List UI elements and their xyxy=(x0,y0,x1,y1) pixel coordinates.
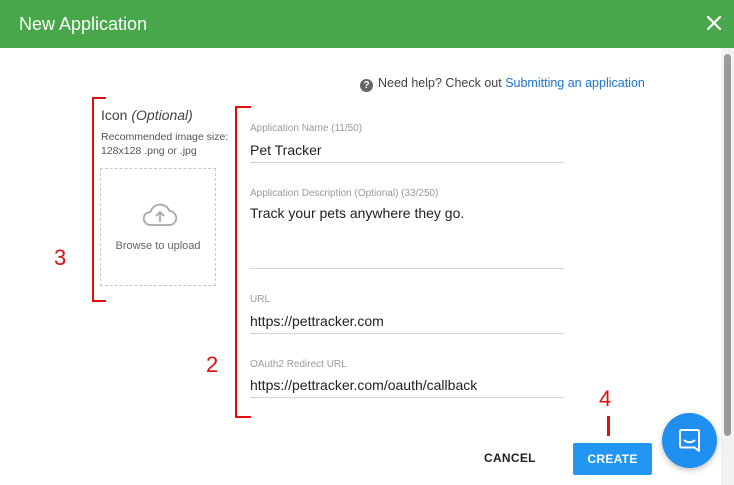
icon-hint: Recommended image size: 128x128 .png or … xyxy=(101,131,229,157)
url-input[interactable]: https://pettracker.com xyxy=(250,313,384,329)
icon-optional-text: (Optional) xyxy=(131,107,193,123)
annotation-marker-4: 4 xyxy=(599,386,612,411)
url-underline xyxy=(250,333,564,334)
scrollbar[interactable] xyxy=(721,48,734,485)
oauth-redirect-label: OAuth2 Redirect URL xyxy=(250,359,347,370)
oauth-redirect-input[interactable]: https://pettracker.com/oauth/callback xyxy=(250,377,477,393)
annotation-bracket-2 xyxy=(235,106,251,418)
create-button[interactable]: CREATE xyxy=(573,443,652,475)
annotation-marker-2: 2 xyxy=(206,352,219,377)
url-label: URL xyxy=(250,294,271,305)
application-description-underline xyxy=(250,268,564,269)
chat-bubble-icon xyxy=(679,429,700,452)
application-name-label: Application Name (11/50) xyxy=(250,123,363,134)
scrollbar-thumb[interactable] xyxy=(724,54,731,436)
icon-field-label: Icon (Optional) xyxy=(101,107,193,123)
oauth-redirect-underline xyxy=(250,397,564,398)
annotation-marker-3: 3 xyxy=(54,245,67,270)
browse-to-upload-text: Browse to upload xyxy=(115,240,201,252)
cloud-upload-icon xyxy=(142,203,178,226)
icon-upload-dropzone[interactable]: Browse to upload xyxy=(100,168,216,286)
cancel-button[interactable]: CANCEL xyxy=(484,451,536,465)
icon-label-text: Icon xyxy=(101,107,128,123)
submitting-application-link[interactable]: Submitting an application xyxy=(505,76,645,90)
application-description-label: Application Description (Optional) (33/2… xyxy=(250,188,439,199)
close-icon[interactable] xyxy=(703,12,725,34)
application-name-input[interactable]: Pet Tracker xyxy=(250,142,322,158)
dialog-titlebar: New Application xyxy=(0,0,734,48)
dialog-title: New Application xyxy=(19,14,148,34)
annotation-pointer-4 xyxy=(607,416,610,436)
help-circle-icon: ? xyxy=(360,79,373,92)
help-text: ? Need help? Check out Submitting an appl… xyxy=(360,75,645,92)
help-prefix: Need help? Check out xyxy=(378,76,502,90)
chat-launcher-button[interactable] xyxy=(662,413,717,468)
application-name-underline xyxy=(250,162,564,163)
application-description-textarea[interactable]: Track your pets anywhere they go. xyxy=(250,205,464,221)
